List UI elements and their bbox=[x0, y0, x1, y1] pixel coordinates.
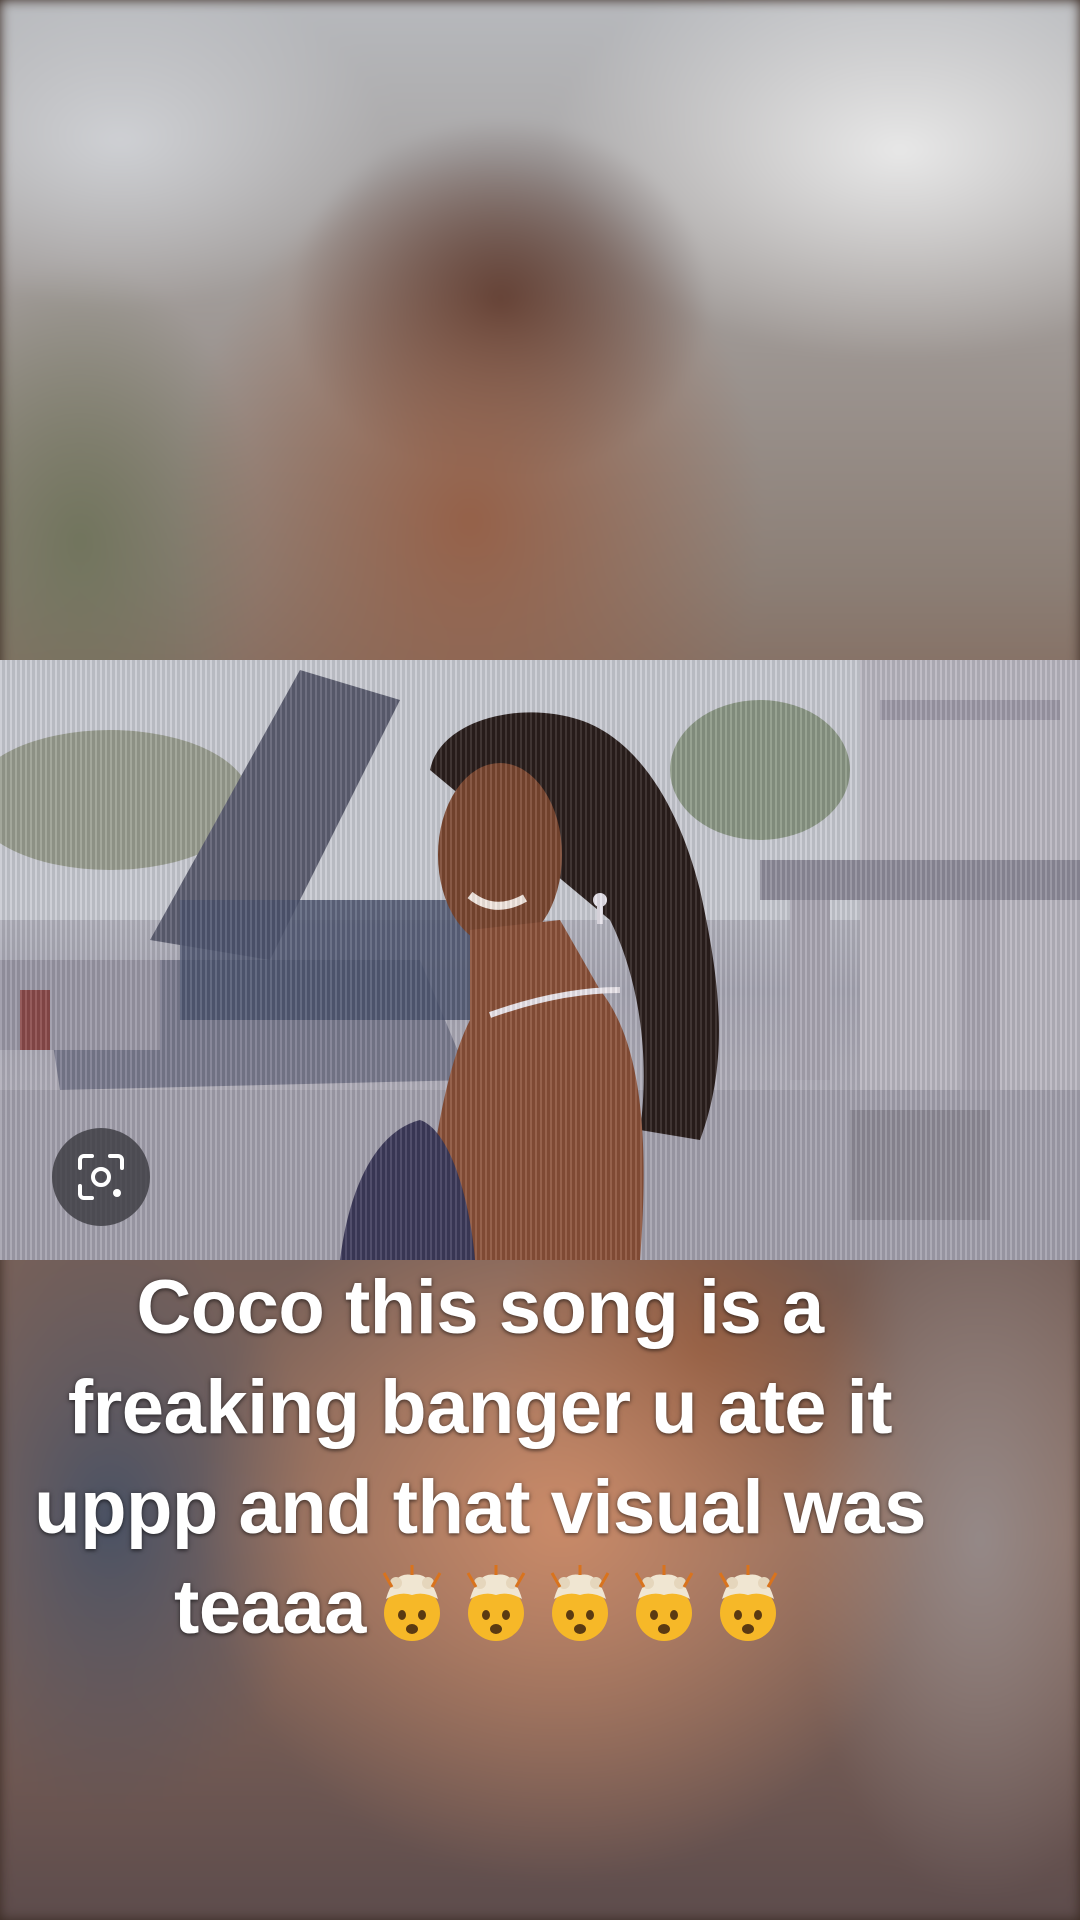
caption-line-3: uppp and that visual was bbox=[34, 1465, 926, 1550]
caption-text: Coco this song is a freaking banger u at… bbox=[0, 1258, 960, 1658]
exploding-head-emoji bbox=[550, 1565, 610, 1641]
caption-line-4: teaaa bbox=[0, 1558, 960, 1658]
video-frame[interactable]: Coco this song is a freaking banger u at… bbox=[0, 0, 1080, 1920]
embedded-photo bbox=[0, 660, 1080, 1260]
image-search-icon bbox=[78, 1154, 124, 1200]
exploding-head-emoji bbox=[382, 1565, 442, 1641]
photo-scene bbox=[0, 660, 1080, 1260]
exploding-head-emoji bbox=[634, 1565, 694, 1641]
exploding-head-emoji bbox=[466, 1565, 526, 1641]
emoji-row bbox=[366, 1565, 786, 1650]
caption-line-1: Coco this song is a bbox=[136, 1265, 824, 1350]
exploding-head-emoji bbox=[718, 1565, 778, 1641]
image-search-button[interactable] bbox=[52, 1128, 150, 1226]
caption-line-4-text: teaaa bbox=[174, 1565, 366, 1650]
caption-line-2: freaking banger u ate it bbox=[67, 1365, 893, 1450]
